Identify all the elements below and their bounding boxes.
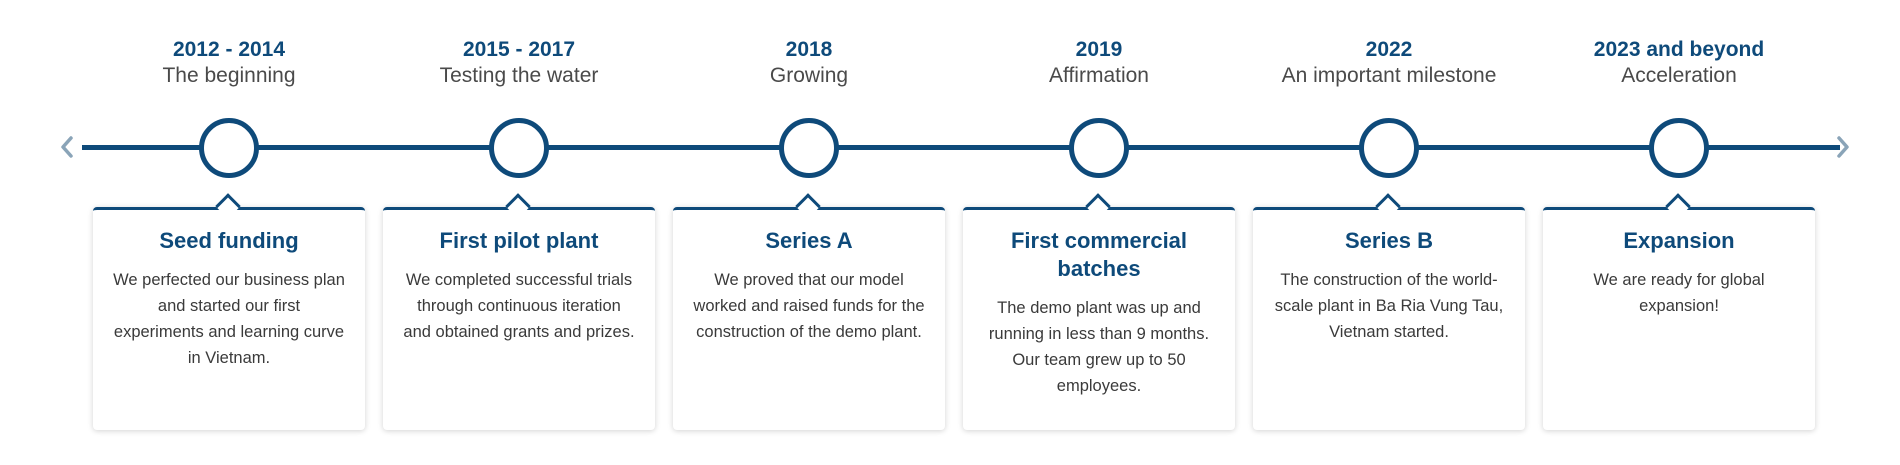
milestone-node[interactable] — [1359, 118, 1419, 178]
milestone-card: First commercial batches The demo plant … — [963, 193, 1235, 430]
milestone-period: 2023 and beyond — [1593, 38, 1765, 61]
card-pointer — [1085, 193, 1111, 219]
milestone-phase: Growing — [769, 64, 849, 87]
milestone-phase: Testing the water — [439, 64, 599, 87]
milestone: 2018 Growing Series A We proved that our… — [673, 0, 945, 465]
card-title: First commercial batches — [1010, 228, 1188, 281]
milestone-card: First pilot plant We completed successfu… — [383, 193, 655, 430]
chevron-left-icon — [60, 135, 74, 159]
milestone-period: 2019 — [1075, 38, 1123, 61]
card-pointer — [1665, 193, 1691, 219]
milestone: 2019 Affirmation First commercial batche… — [963, 0, 1235, 465]
milestone-card: Seed funding We perfected our business p… — [93, 193, 365, 430]
milestone-period: 2022 — [1365, 38, 1413, 61]
milestone-node[interactable] — [1649, 118, 1709, 178]
milestone-node[interactable] — [489, 118, 549, 178]
milestone-phase: Affirmation — [1049, 64, 1149, 87]
milestone-card: Expansion We are ready for global expans… — [1543, 193, 1815, 430]
card-title: Series A — [765, 228, 853, 253]
card-pointer — [1375, 193, 1401, 219]
milestone-node[interactable] — [199, 118, 259, 178]
milestone-node[interactable] — [1069, 118, 1129, 178]
milestone-period: 2018 — [785, 38, 833, 61]
card-text: The demo plant was up and running in les… — [988, 299, 1210, 395]
card-text: We proved that our model worked and rais… — [693, 271, 925, 341]
milestone-phase: The beginning — [162, 64, 296, 87]
timeline: 2012 - 2014 The beginning Seed funding W… — [0, 0, 1900, 465]
milestone-period: 2012 - 2014 — [172, 38, 286, 61]
milestone: 2015 - 2017 Testing the water First pilo… — [383, 0, 655, 465]
milestone-phase: Acceleration — [1621, 64, 1737, 87]
milestone-node[interactable] — [779, 118, 839, 178]
milestone: 2022 An important milestone Series B The… — [1253, 0, 1525, 465]
previous-button[interactable] — [54, 130, 80, 164]
card-text: We perfected our business plan and start… — [113, 271, 345, 367]
chevron-right-icon — [1836, 135, 1850, 159]
milestone-phase: An important milestone — [1281, 64, 1497, 87]
milestone-card: Series A We proved that our model worked… — [673, 193, 945, 430]
card-text: We are ready for global expansion! — [1593, 271, 1765, 315]
card-title: Series B — [1344, 228, 1434, 253]
card-title: First pilot plant — [439, 228, 599, 253]
card-pointer — [795, 193, 821, 219]
card-pointer — [215, 193, 241, 219]
milestone: 2012 - 2014 The beginning Seed funding W… — [93, 0, 365, 465]
card-pointer — [505, 193, 531, 219]
next-button[interactable] — [1830, 130, 1856, 164]
card-text: The construction of the world-scale plan… — [1274, 271, 1504, 341]
card-title: Seed funding — [159, 228, 299, 253]
card-text: We completed successful trials through c… — [403, 271, 635, 341]
milestone-period: 2015 - 2017 — [462, 38, 576, 61]
milestone: 2023 and beyond Acceleration Expansion W… — [1543, 0, 1815, 465]
milestone-card: Series B The construction of the world-s… — [1253, 193, 1525, 430]
card-title: Expansion — [1623, 228, 1735, 253]
